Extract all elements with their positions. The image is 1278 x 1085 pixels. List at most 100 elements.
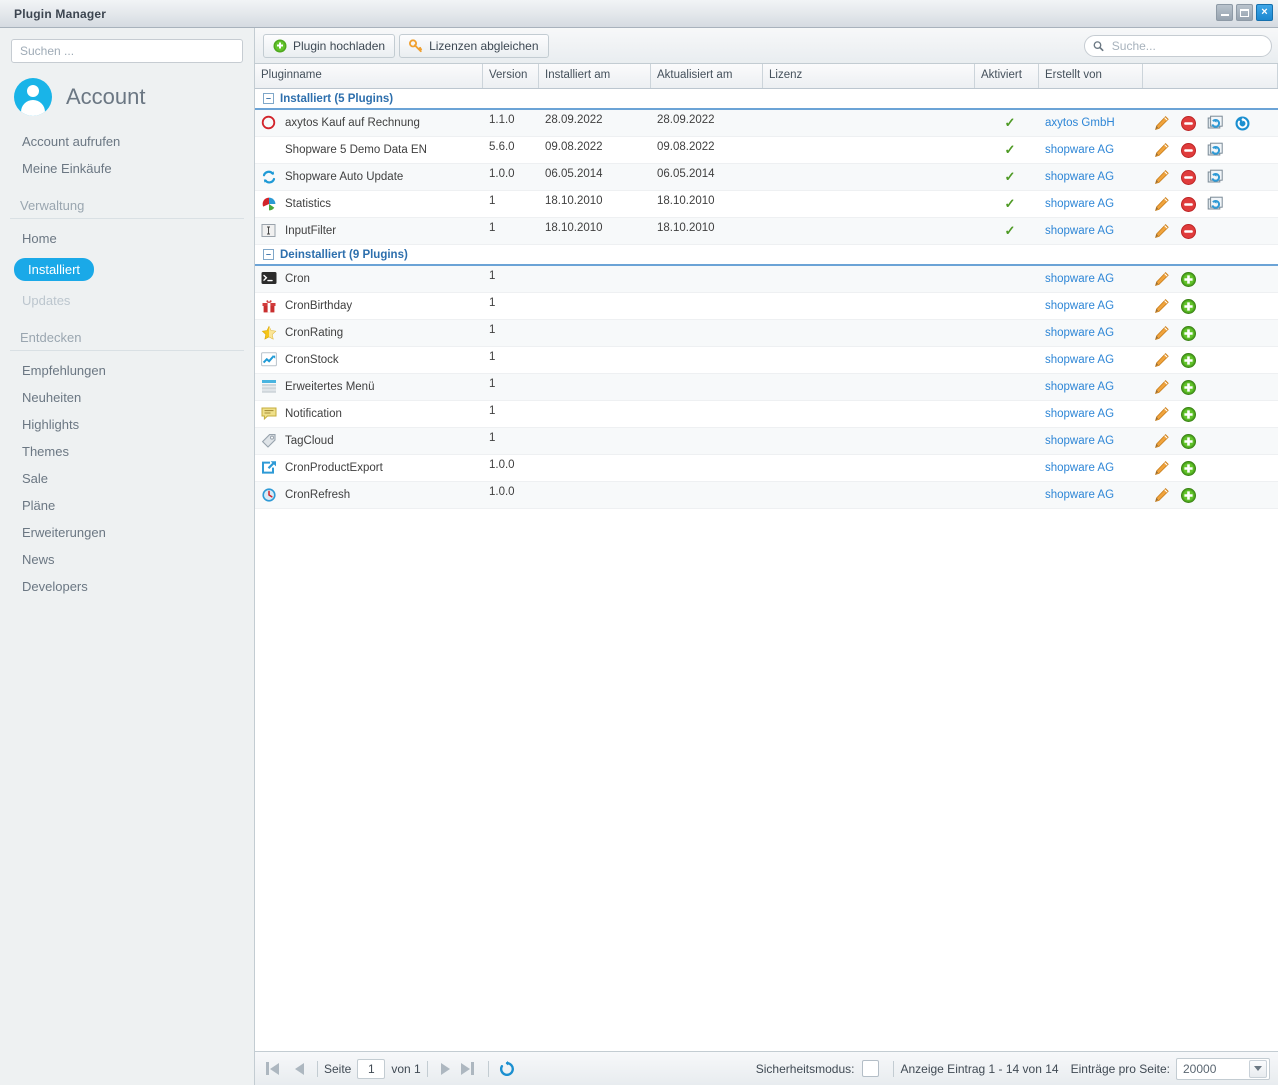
install-icon[interactable] [1180, 298, 1197, 315]
vendor-link[interactable]: shopware AG [1045, 381, 1114, 393]
vendor-link[interactable]: shopware AG [1045, 198, 1114, 210]
refresh-icon[interactable] [1234, 115, 1251, 132]
edit-icon[interactable] [1153, 433, 1170, 450]
edit-icon[interactable] [1153, 325, 1170, 342]
account-header[interactable]: Account [0, 63, 254, 128]
safe-mode-checkbox[interactable] [862, 1060, 880, 1077]
vendor-link[interactable]: axytos GmbH [1045, 117, 1115, 129]
sidebar-item-sale[interactable]: Sale [0, 465, 254, 492]
vendor-link[interactable]: shopware AG [1045, 300, 1114, 312]
sidebar-search-input[interactable] [11, 39, 243, 63]
refresh-grid-button[interactable] [498, 1060, 516, 1078]
table-row[interactable]: CronRating 1 shopware AG [255, 320, 1278, 347]
edit-icon[interactable] [1153, 379, 1170, 396]
group-header-row[interactable]: – Installiert (5 Plugins) [255, 89, 1278, 110]
install-icon[interactable] [1180, 379, 1197, 396]
column-header-pluginname[interactable]: Pluginname [255, 64, 483, 88]
table-row[interactable]: TagCloud 1 shopware AG [255, 428, 1278, 455]
reinstall-icon[interactable] [1207, 196, 1224, 213]
install-icon[interactable] [1180, 325, 1197, 342]
deactivate-icon[interactable] [1180, 196, 1197, 213]
last-page-button[interactable] [460, 1060, 479, 1078]
sidebar-item-news[interactable]: News [0, 546, 254, 573]
deactivate-icon[interactable] [1180, 115, 1197, 132]
vendor-link[interactable]: shopware AG [1045, 273, 1114, 285]
install-icon[interactable] [1180, 271, 1197, 288]
collapse-toggle-icon[interactable]: – [263, 249, 274, 260]
prev-page-button[interactable] [290, 1060, 308, 1078]
page-number-input[interactable] [357, 1058, 386, 1079]
deactivate-icon[interactable] [1180, 223, 1197, 240]
sidebar-item-home[interactable]: Home [0, 225, 254, 252]
sidebar-item-erweiterungen[interactable]: Erweiterungen [0, 519, 254, 546]
vendor-link[interactable]: shopware AG [1045, 144, 1114, 156]
vendor-link[interactable]: shopware AG [1045, 462, 1114, 474]
table-row[interactable]: axytos Kauf auf Rechnung 1.1.0 28.09.2022 2… [255, 110, 1278, 137]
edit-icon[interactable] [1153, 169, 1170, 186]
install-icon[interactable] [1180, 433, 1197, 450]
deactivate-icon[interactable] [1180, 142, 1197, 159]
maximize-button[interactable] [1236, 4, 1253, 21]
edit-icon[interactable] [1153, 406, 1170, 423]
first-page-button[interactable] [266, 1060, 284, 1078]
edit-icon[interactable] [1153, 115, 1170, 132]
table-row[interactable]: Statistics 1 18.10.2010 18.10.2010 ✓ shopware… [255, 191, 1278, 218]
sidebar-item-empfehlungen[interactable]: Empfehlungen [0, 357, 254, 384]
install-icon[interactable] [1180, 352, 1197, 369]
grid-search-input[interactable] [1109, 38, 1263, 54]
table-row[interactable]: CronProductExport 1.0.0 shopware AG [255, 455, 1278, 482]
table-row[interactable]: CronRefresh 1.0.0 shopware AG [255, 482, 1278, 509]
grid-search-box[interactable] [1084, 35, 1272, 57]
edit-icon[interactable] [1153, 487, 1170, 504]
table-row[interactable]: CronStock 1 shopware AG [255, 347, 1278, 374]
deactivate-icon[interactable] [1180, 169, 1197, 186]
sidebar-item-installiert[interactable]: Installiert [0, 252, 254, 287]
table-row[interactable]: Shopware 5 Demo Data EN 5.6.0 09.08.2022 09… [255, 137, 1278, 164]
table-row[interactable]: CronBirthday 1 shopware AG [255, 293, 1278, 320]
sidebar-item-developers[interactable]: Developers [0, 573, 254, 600]
install-icon[interactable] [1180, 487, 1197, 504]
column-header-aktualisiert-am[interactable]: Aktualisiert am [651, 64, 763, 88]
table-row[interactable]: Erweitertes Menü 1 shopware AG [255, 374, 1278, 401]
vendor-link[interactable]: shopware AG [1045, 435, 1114, 447]
column-header-version[interactable]: Version [483, 64, 539, 88]
sidebar-item-neuheiten[interactable]: Neuheiten [0, 384, 254, 411]
sync-licenses-button[interactable]: Lizenzen abgleichen [399, 33, 549, 58]
edit-icon[interactable] [1153, 142, 1170, 159]
collapse-toggle-icon[interactable]: – [263, 93, 274, 104]
install-icon[interactable] [1180, 406, 1197, 423]
column-header-installiert-am[interactable]: Installiert am [539, 64, 651, 88]
vendor-link[interactable]: shopware AG [1045, 225, 1114, 237]
sidebar-item-themes[interactable]: Themes [0, 438, 254, 465]
next-page-button[interactable] [437, 1060, 455, 1078]
sidebar-item-updates[interactable]: Updates [0, 287, 254, 314]
edit-icon[interactable] [1153, 196, 1170, 213]
reinstall-icon[interactable] [1207, 169, 1224, 186]
minimize-button[interactable] [1216, 4, 1233, 21]
column-header-erstellt-von[interactable]: Erstellt von [1039, 64, 1143, 88]
table-row[interactable]: Shopware Auto Update 1.0.0 06.05.2014 06.05… [255, 164, 1278, 191]
edit-icon[interactable] [1153, 271, 1170, 288]
reinstall-icon[interactable] [1207, 142, 1224, 159]
edit-icon[interactable] [1153, 352, 1170, 369]
sidebar-item-plaene[interactable]: Pläne [0, 492, 254, 519]
column-header-lizenz[interactable]: Lizenz [763, 64, 975, 88]
upload-plugin-button[interactable]: Plugin hochladen [263, 33, 396, 58]
vendor-link[interactable]: shopware AG [1045, 171, 1114, 183]
sidebar-item-account-aufrufen[interactable]: Account aufrufen [0, 128, 254, 155]
table-row[interactable]: Notification 1 shopware AG [255, 401, 1278, 428]
install-icon[interactable] [1180, 460, 1197, 477]
group-header-row[interactable]: – Deinstalliert (9 Plugins) [255, 245, 1278, 266]
vendor-link[interactable]: shopware AG [1045, 408, 1114, 420]
column-header-aktiviert[interactable]: Aktiviert [975, 64, 1039, 88]
table-row[interactable]: InputFilter 1 18.10.2010 18.10.2010 ✓ shopwar… [255, 218, 1278, 245]
edit-icon[interactable] [1153, 298, 1170, 315]
table-row[interactable]: Cron 1 shopware AG [255, 266, 1278, 293]
sidebar-item-highlights[interactable]: Highlights [0, 411, 254, 438]
close-button[interactable]: × [1256, 4, 1273, 21]
vendor-link[interactable]: shopware AG [1045, 489, 1114, 501]
edit-icon[interactable] [1153, 460, 1170, 477]
vendor-link[interactable]: shopware AG [1045, 354, 1114, 366]
reinstall-icon[interactable] [1207, 115, 1224, 132]
per-page-select[interactable]: 20000 [1176, 1057, 1270, 1080]
